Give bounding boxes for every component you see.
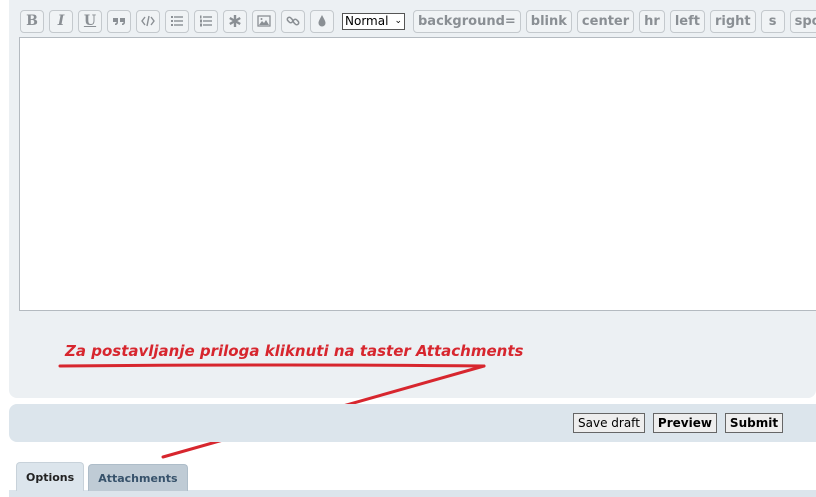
chevron-down-icon: ⌄: [394, 16, 402, 26]
blink-button[interactable]: blink: [525, 9, 572, 33]
code-button[interactable]: [136, 9, 160, 33]
underline-button[interactable]: U: [78, 9, 102, 33]
italic-button[interactable]: I: [49, 9, 73, 33]
tab-panel-top: [9, 490, 816, 497]
tab-options[interactable]: Options: [16, 462, 85, 491]
quote-icon: [113, 18, 125, 25]
bullet-list-icon: [171, 16, 183, 26]
image-icon: [257, 15, 271, 27]
left-button[interactable]: left: [669, 9, 705, 33]
tab-bar: Options Attachments: [16, 462, 188, 491]
background-button[interactable]: background=: [413, 9, 521, 33]
bbcode-toolbar: B I U Normal ⌄ background= blink center …: [20, 9, 816, 33]
submit-actions: Save draft Preview Submit: [573, 413, 784, 433]
code-icon: [141, 15, 155, 27]
right-button[interactable]: right: [709, 9, 756, 33]
font-size-select[interactable]: Normal ⌄: [342, 12, 405, 30]
center-button[interactable]: center: [576, 9, 635, 33]
droplet-icon: [318, 15, 326, 27]
save-draft-button[interactable]: Save draft: [573, 413, 645, 433]
spoiler-button[interactable]: spoiler: [789, 9, 816, 33]
bold-button[interactable]: B: [20, 9, 44, 33]
font-size-value: Normal: [345, 14, 389, 28]
ordered-list-button[interactable]: [194, 9, 218, 33]
asterisk-icon: [229, 15, 241, 27]
list-button[interactable]: [165, 9, 189, 33]
list-item-button[interactable]: [223, 9, 247, 33]
message-textarea[interactable]: [19, 37, 816, 311]
tab-attachments[interactable]: Attachments: [88, 464, 188, 491]
strike-button[interactable]: s: [760, 9, 785, 33]
color-button[interactable]: [310, 9, 334, 33]
image-button[interactable]: [252, 9, 276, 33]
link-icon: [286, 16, 300, 26]
preview-button[interactable]: Preview: [652, 413, 717, 433]
numbered-list-icon: [200, 15, 212, 27]
hr-button[interactable]: hr: [639, 9, 665, 33]
annotation-note: Za postavljanje priloga kliknuti na tast…: [65, 342, 524, 360]
link-button[interactable]: [281, 9, 305, 33]
quote-button[interactable]: [107, 9, 131, 33]
submit-button[interactable]: Submit: [724, 413, 784, 433]
